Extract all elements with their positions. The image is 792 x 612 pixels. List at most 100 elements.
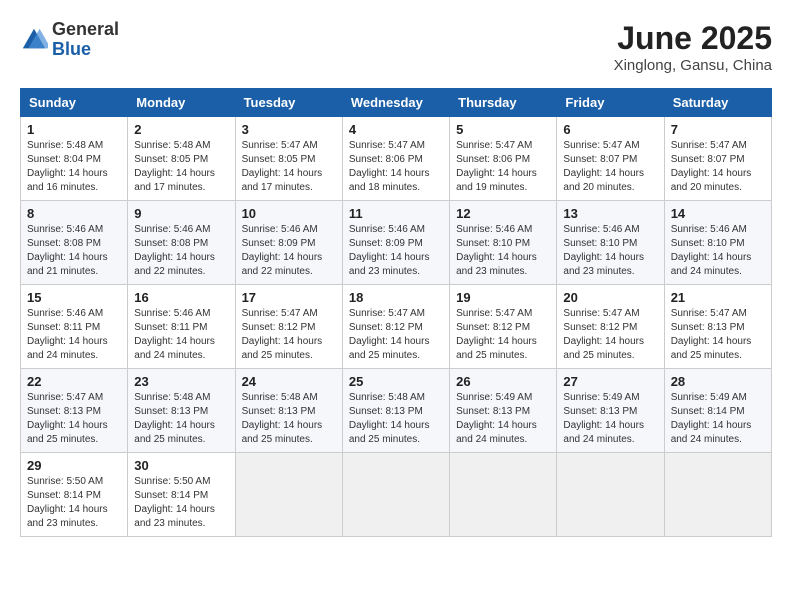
page: General Blue June 2025 Xinglong, Gansu, … <box>0 0 792 547</box>
day-info: Sunrise: 5:50 AMSunset: 8:14 PMDaylight:… <box>27 476 108 529</box>
table-cell: 6 Sunrise: 5:47 AMSunset: 8:07 PMDayligh… <box>557 117 664 201</box>
table-cell <box>342 453 449 537</box>
logo-general-text: General <box>52 20 119 40</box>
month-title: June 2025 <box>614 20 772 57</box>
day-number: 24 <box>242 374 336 389</box>
day-number: 1 <box>27 122 121 137</box>
day-number: 21 <box>671 290 765 305</box>
day-number: 26 <box>456 374 550 389</box>
header-row: Sunday Monday Tuesday Wednesday Thursday… <box>21 89 772 117</box>
table-cell: 25 Sunrise: 5:48 AMSunset: 8:13 PMDaylig… <box>342 369 449 453</box>
table-cell <box>557 453 664 537</box>
day-number: 23 <box>134 374 228 389</box>
table-cell: 29 Sunrise: 5:50 AMSunset: 8:14 PMDaylig… <box>21 453 128 537</box>
day-number: 17 <box>242 290 336 305</box>
day-number: 18 <box>349 290 443 305</box>
title-area: June 2025 Xinglong, Gansu, China <box>614 20 772 74</box>
day-info: Sunrise: 5:47 AMSunset: 8:13 PMDaylight:… <box>671 308 752 361</box>
day-number: 11 <box>349 206 443 221</box>
table-cell: 13 Sunrise: 5:46 AMSunset: 8:10 PMDaylig… <box>557 201 664 285</box>
day-info: Sunrise: 5:46 AMSunset: 8:08 PMDaylight:… <box>27 224 108 277</box>
col-sunday: Sunday <box>21 89 128 117</box>
day-number: 28 <box>671 374 765 389</box>
col-tuesday: Tuesday <box>235 89 342 117</box>
day-number: 13 <box>563 206 657 221</box>
day-info: Sunrise: 5:47 AMSunset: 8:07 PMDaylight:… <box>671 140 752 193</box>
table-cell: 15 Sunrise: 5:46 AMSunset: 8:11 PMDaylig… <box>21 285 128 369</box>
table-cell: 16 Sunrise: 5:46 AMSunset: 8:11 PMDaylig… <box>128 285 235 369</box>
day-number: 4 <box>349 122 443 137</box>
day-number: 19 <box>456 290 550 305</box>
day-number: 29 <box>27 458 121 473</box>
col-friday: Friday <box>557 89 664 117</box>
day-info: Sunrise: 5:49 AMSunset: 8:13 PMDaylight:… <box>563 392 644 445</box>
calendar-table: Sunday Monday Tuesday Wednesday Thursday… <box>20 88 772 537</box>
day-number: 3 <box>242 122 336 137</box>
day-number: 2 <box>134 122 228 137</box>
day-number: 10 <box>242 206 336 221</box>
table-cell: 21 Sunrise: 5:47 AMSunset: 8:13 PMDaylig… <box>664 285 771 369</box>
day-number: 22 <box>27 374 121 389</box>
day-info: Sunrise: 5:48 AMSunset: 8:13 PMDaylight:… <box>134 392 215 445</box>
logo: General Blue <box>20 20 119 60</box>
day-info: Sunrise: 5:46 AMSunset: 8:10 PMDaylight:… <box>671 224 752 277</box>
logo-icon <box>20 26 48 54</box>
table-cell: 12 Sunrise: 5:46 AMSunset: 8:10 PMDaylig… <box>450 201 557 285</box>
day-info: Sunrise: 5:47 AMSunset: 8:12 PMDaylight:… <box>456 308 537 361</box>
day-info: Sunrise: 5:48 AMSunset: 8:13 PMDaylight:… <box>349 392 430 445</box>
day-info: Sunrise: 5:46 AMSunset: 8:08 PMDaylight:… <box>134 224 215 277</box>
logo-blue-text: Blue <box>52 40 119 60</box>
table-cell: 9 Sunrise: 5:46 AMSunset: 8:08 PMDayligh… <box>128 201 235 285</box>
table-cell <box>235 453 342 537</box>
table-cell: 11 Sunrise: 5:46 AMSunset: 8:09 PMDaylig… <box>342 201 449 285</box>
table-row: 8 Sunrise: 5:46 AMSunset: 8:08 PMDayligh… <box>21 201 772 285</box>
table-cell: 1 Sunrise: 5:48 AMSunset: 8:04 PMDayligh… <box>21 117 128 201</box>
table-row: 15 Sunrise: 5:46 AMSunset: 8:11 PMDaylig… <box>21 285 772 369</box>
day-number: 14 <box>671 206 765 221</box>
table-cell: 10 Sunrise: 5:46 AMSunset: 8:09 PMDaylig… <box>235 201 342 285</box>
day-info: Sunrise: 5:47 AMSunset: 8:06 PMDaylight:… <box>349 140 430 193</box>
table-cell: 23 Sunrise: 5:48 AMSunset: 8:13 PMDaylig… <box>128 369 235 453</box>
day-info: Sunrise: 5:47 AMSunset: 8:12 PMDaylight:… <box>242 308 323 361</box>
day-info: Sunrise: 5:47 AMSunset: 8:13 PMDaylight:… <box>27 392 108 445</box>
day-info: Sunrise: 5:47 AMSunset: 8:07 PMDaylight:… <box>563 140 644 193</box>
day-info: Sunrise: 5:46 AMSunset: 8:09 PMDaylight:… <box>349 224 430 277</box>
day-info: Sunrise: 5:47 AMSunset: 8:06 PMDaylight:… <box>456 140 537 193</box>
day-info: Sunrise: 5:46 AMSunset: 8:10 PMDaylight:… <box>563 224 644 277</box>
col-thursday: Thursday <box>450 89 557 117</box>
day-info: Sunrise: 5:47 AMSunset: 8:12 PMDaylight:… <box>563 308 644 361</box>
day-info: Sunrise: 5:47 AMSunset: 8:05 PMDaylight:… <box>242 140 323 193</box>
table-cell: 30 Sunrise: 5:50 AMSunset: 8:14 PMDaylig… <box>128 453 235 537</box>
table-cell: 5 Sunrise: 5:47 AMSunset: 8:06 PMDayligh… <box>450 117 557 201</box>
table-cell: 18 Sunrise: 5:47 AMSunset: 8:12 PMDaylig… <box>342 285 449 369</box>
day-info: Sunrise: 5:49 AMSunset: 8:14 PMDaylight:… <box>671 392 752 445</box>
table-cell: 27 Sunrise: 5:49 AMSunset: 8:13 PMDaylig… <box>557 369 664 453</box>
col-wednesday: Wednesday <box>342 89 449 117</box>
day-info: Sunrise: 5:46 AMSunset: 8:10 PMDaylight:… <box>456 224 537 277</box>
table-cell: 20 Sunrise: 5:47 AMSunset: 8:12 PMDaylig… <box>557 285 664 369</box>
location: Xinglong, Gansu, China <box>614 57 772 74</box>
day-number: 20 <box>563 290 657 305</box>
day-number: 8 <box>27 206 121 221</box>
table-row: 1 Sunrise: 5:48 AMSunset: 8:04 PMDayligh… <box>21 117 772 201</box>
table-cell: 3 Sunrise: 5:47 AMSunset: 8:05 PMDayligh… <box>235 117 342 201</box>
day-info: Sunrise: 5:48 AMSunset: 8:13 PMDaylight:… <box>242 392 323 445</box>
day-number: 16 <box>134 290 228 305</box>
header: General Blue June 2025 Xinglong, Gansu, … <box>20 20 772 74</box>
table-cell: 7 Sunrise: 5:47 AMSunset: 8:07 PMDayligh… <box>664 117 771 201</box>
day-number: 7 <box>671 122 765 137</box>
day-number: 12 <box>456 206 550 221</box>
logo-text: General Blue <box>52 20 119 60</box>
day-info: Sunrise: 5:47 AMSunset: 8:12 PMDaylight:… <box>349 308 430 361</box>
day-number: 6 <box>563 122 657 137</box>
table-cell: 26 Sunrise: 5:49 AMSunset: 8:13 PMDaylig… <box>450 369 557 453</box>
table-row: 29 Sunrise: 5:50 AMSunset: 8:14 PMDaylig… <box>21 453 772 537</box>
day-info: Sunrise: 5:46 AMSunset: 8:11 PMDaylight:… <box>134 308 215 361</box>
table-cell: 24 Sunrise: 5:48 AMSunset: 8:13 PMDaylig… <box>235 369 342 453</box>
table-cell: 28 Sunrise: 5:49 AMSunset: 8:14 PMDaylig… <box>664 369 771 453</box>
day-number: 25 <box>349 374 443 389</box>
table-cell: 19 Sunrise: 5:47 AMSunset: 8:12 PMDaylig… <box>450 285 557 369</box>
table-cell: 22 Sunrise: 5:47 AMSunset: 8:13 PMDaylig… <box>21 369 128 453</box>
day-info: Sunrise: 5:49 AMSunset: 8:13 PMDaylight:… <box>456 392 537 445</box>
day-info: Sunrise: 5:46 AMSunset: 8:09 PMDaylight:… <box>242 224 323 277</box>
